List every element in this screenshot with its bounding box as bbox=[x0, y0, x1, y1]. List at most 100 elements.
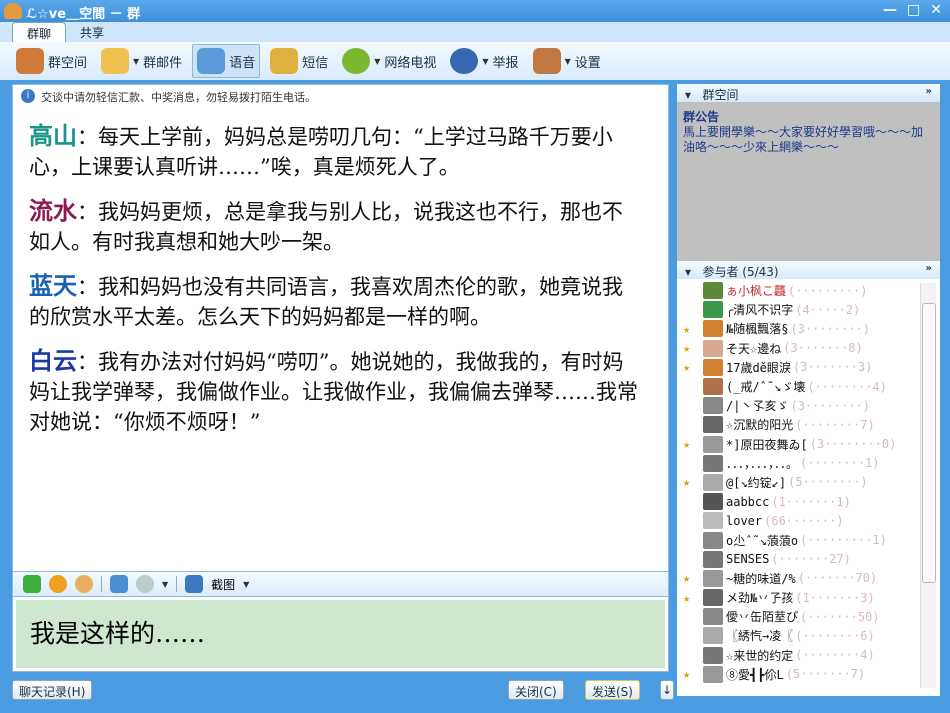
avatar bbox=[703, 301, 723, 319]
magic-emoticon-icon[interactable] bbox=[75, 575, 93, 593]
message-text: ：我有办法对付妈妈“唠叨”。她说她的，我做我的，有时妈妈让我学弹琴，我偏做作业。… bbox=[29, 350, 638, 434]
group-space-button[interactable]: 群空间 bbox=[12, 45, 91, 77]
avatar bbox=[703, 550, 723, 568]
member-item[interactable]: ★ №随楓飄落§ (3········) bbox=[677, 319, 940, 338]
report-button[interactable]: ▼ 举报 bbox=[446, 45, 522, 77]
member-item[interactable]: (_戒/ˆ˜↘ゞ壊 (········4) bbox=[677, 377, 940, 396]
participants-header[interactable]: ▾ 参与者 (5/43)» bbox=[677, 261, 940, 279]
avatar bbox=[703, 397, 723, 415]
member-item[interactable]: aabbcc (1·······1) bbox=[677, 492, 940, 511]
avatar bbox=[703, 589, 723, 607]
toolbar: 群空间 ▼ 群邮件 语音 短信 ▼ 网络电视 ▼ 举报 ▼ 设置 bbox=[0, 42, 950, 80]
member-name: 〖綉忾→凌〖 bbox=[726, 629, 794, 644]
chat-message: 高山：每天上学前，妈妈总是唠叨几句：“上学过马路千万要小心，上课要认真听讲……”… bbox=[13, 121, 668, 182]
member-qq-number: (1·······1) bbox=[771, 494, 851, 509]
member-item[interactable]: ☆来世的约定 (········4) bbox=[677, 646, 940, 665]
close-button[interactable]: 关闭(C) bbox=[508, 680, 564, 700]
voice-button[interactable]: 语音 bbox=[192, 44, 261, 78]
emoticon-icon[interactable] bbox=[49, 575, 67, 593]
member-name: ぁ小枫こ龘 bbox=[726, 284, 787, 299]
group-mail-button[interactable]: ▼ 群邮件 bbox=[97, 45, 186, 77]
screenshot-button[interactable]: 截图 bbox=[211, 576, 235, 593]
message-text: ：我和妈妈也没有共同语言，我喜欢周杰伦的歌，她竟说我的欣赏水平太差。怎么天下的妈… bbox=[29, 275, 623, 329]
scrollbar-thumb[interactable] bbox=[922, 303, 936, 583]
member-item[interactable]: ぁ小枫こ龘 (·········) bbox=[677, 281, 940, 300]
member-item[interactable]: SENSES (·······27) bbox=[677, 550, 940, 569]
send-image-icon[interactable] bbox=[110, 575, 128, 593]
member-item[interactable]: ★ ~糖的味道/% (·······70) bbox=[677, 569, 940, 588]
shake-icon[interactable] bbox=[136, 575, 154, 593]
admin-star-icon: ★ bbox=[683, 360, 691, 375]
label: 网络电视 bbox=[384, 55, 437, 71]
dropdown-arrow-icon[interactable]: ▼ bbox=[162, 580, 168, 589]
maximize-button[interactable]: □ bbox=[907, 2, 920, 18]
member-item[interactable]: ★ そ天☆邊ね (3·······8) bbox=[677, 339, 940, 358]
member-list: ぁ小枫こ龘 (·········) ╭清风不识字 (4·····2) ★ №随楓飄落§ (3… bbox=[677, 279, 940, 696]
minimize-button[interactable]: — bbox=[883, 2, 897, 18]
qq-group-logo-icon bbox=[4, 3, 22, 19]
close-window-button[interactable]: ✕ bbox=[930, 2, 942, 18]
member-item[interactable]: ★ @[↘约锭↙] (5········) bbox=[677, 473, 940, 492]
dropdown-arrow-icon[interactable]: ▼ bbox=[243, 580, 249, 589]
tab-share[interactable]: 共享 bbox=[66, 22, 118, 42]
member-item[interactable]: ★ *]原田夜舞ゐ[(3········0) bbox=[677, 435, 940, 454]
member-name: aabbcc bbox=[726, 494, 770, 509]
send-options-button[interactable]: ↓ bbox=[660, 680, 675, 700]
sender-name: 高山 bbox=[29, 121, 77, 150]
avatar bbox=[703, 320, 723, 338]
member-item[interactable]: ★ ⑧愛┫┣伱L (5·······7) bbox=[677, 665, 940, 684]
avatar bbox=[703, 646, 723, 664]
group-space-header[interactable]: ▾ 群空间» bbox=[677, 84, 940, 102]
divider bbox=[101, 576, 102, 592]
admin-star-icon: ★ bbox=[683, 571, 691, 586]
member-item[interactable]: ★ メ劲№丷孒孩 (1·······3) bbox=[677, 588, 940, 607]
avatar bbox=[703, 608, 723, 626]
avatar bbox=[703, 339, 723, 357]
avatar bbox=[703, 358, 723, 376]
message-input[interactable]: 我是这样的…… bbox=[12, 596, 669, 672]
member-item[interactable]: ╭清风不识字 (4·····2) bbox=[677, 300, 940, 319]
member-item[interactable]: 僾丷缶陌荎ぴ (·······50) bbox=[677, 607, 940, 626]
member-item[interactable]: /|丶孓亥ゞ (3········) bbox=[677, 396, 940, 415]
sms-button[interactable]: 短信 bbox=[266, 45, 332, 77]
expand-icon[interactable]: » bbox=[926, 263, 932, 274]
network-tv-button[interactable]: ▼ 网络电视 bbox=[338, 45, 440, 77]
dropdown-arrow-icon[interactable]: ▼ bbox=[374, 57, 380, 66]
screenshot-icon[interactable] bbox=[185, 575, 204, 593]
dropdown-arrow-icon[interactable]: ▼ bbox=[482, 57, 488, 66]
announcement-text: 馬上要開學樂～～大家要好好學習哦～～～加油咯～～～少來上網樂～～～ bbox=[683, 125, 924, 154]
label: 举报 bbox=[492, 55, 519, 71]
member-item[interactable]: ☆沉默的阳光 (········7) bbox=[677, 415, 940, 434]
member-name: 17歲dě眼淚 bbox=[726, 360, 791, 375]
mail-icon bbox=[101, 48, 130, 74]
admin-star-icon: ★ bbox=[683, 341, 691, 356]
settings-button[interactable]: ▼ 设置 bbox=[529, 45, 605, 77]
sender-name: 白云 bbox=[29, 346, 77, 375]
dropdown-arrow-icon[interactable]: ▼ bbox=[565, 57, 571, 66]
avatar bbox=[703, 378, 723, 396]
avatar bbox=[703, 473, 723, 491]
member-item[interactable]: o尐ˆ˜↘蒗蒗o (·········1) bbox=[677, 530, 940, 549]
member-name: ☆沉默的阳光 bbox=[726, 418, 794, 433]
member-qq-number: (·······70) bbox=[797, 571, 878, 586]
admin-star-icon: ★ bbox=[683, 475, 691, 490]
member-name: lover bbox=[726, 513, 763, 528]
sender-name: 流水 bbox=[29, 196, 77, 225]
scrollbar[interactable] bbox=[920, 283, 936, 688]
admin-star-icon: ★ bbox=[683, 321, 691, 336]
member-item[interactable]: ．．．，．．．，．．。 (········1) bbox=[677, 454, 940, 473]
dropdown-arrow-icon[interactable]: ▼ bbox=[133, 57, 139, 66]
member-qq-number: (1·······3) bbox=[795, 590, 875, 605]
member-qq-number: (·········1) bbox=[800, 533, 887, 548]
message-input-text[interactable]: 我是这样的…… bbox=[16, 600, 665, 668]
member-item[interactable]: 〖綉忾→凌〖 (········6) bbox=[677, 626, 940, 645]
member-item[interactable]: ★ 17歲dě眼淚 (3·······3) bbox=[677, 358, 940, 377]
member-qq-number: (·········) bbox=[788, 283, 868, 298]
tab-group-chat[interactable]: 群聊 bbox=[12, 22, 67, 42]
font-icon[interactable] bbox=[23, 575, 41, 593]
expand-icon[interactable]: » bbox=[926, 86, 932, 97]
chat-history[interactable]: i 交谈中请勿轻信汇款、中奖消息，勿轻易拨打陌生电话。 高山：每天上学前，妈妈总是… bbox=[12, 84, 669, 572]
send-button[interactable]: 发送(S) bbox=[585, 680, 640, 700]
chat-history-button[interactable]: 聊天记录(H) bbox=[12, 680, 93, 700]
member-item[interactable]: lover (66·······) bbox=[677, 511, 940, 530]
